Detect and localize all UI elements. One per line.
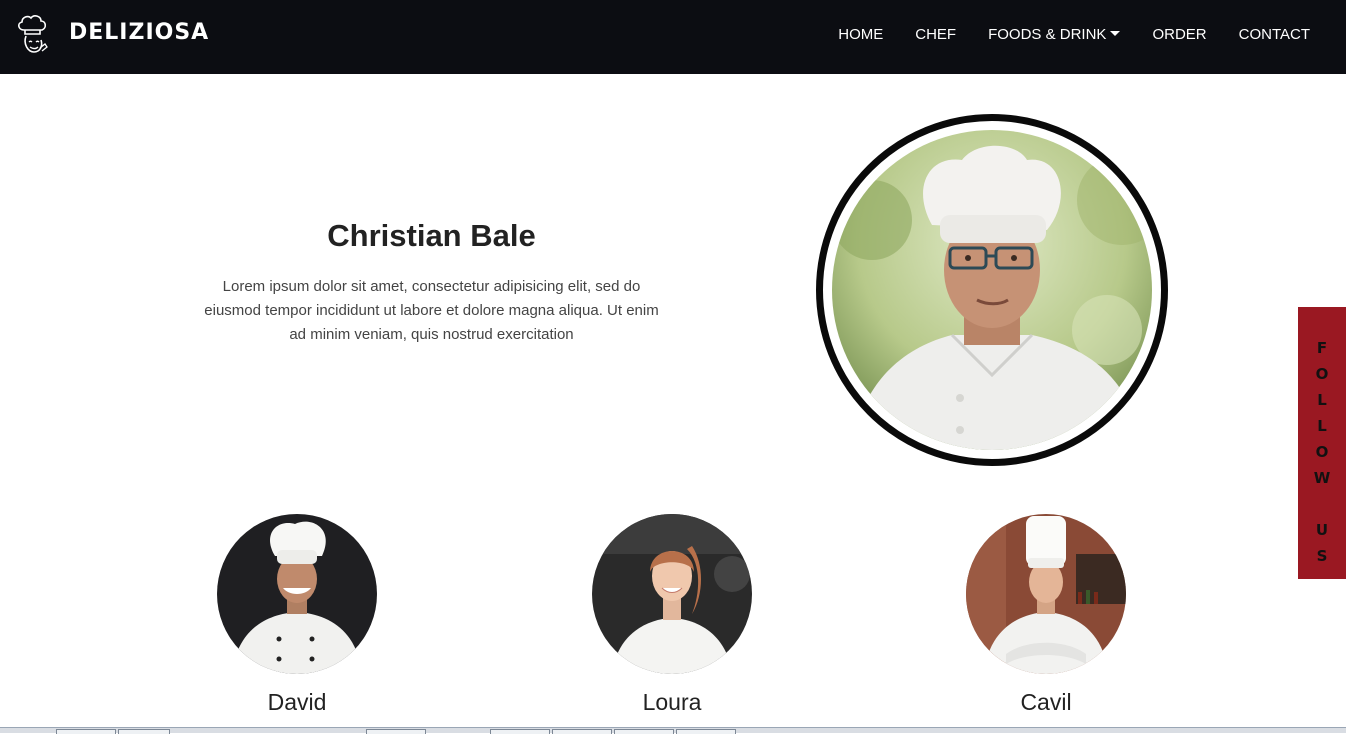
follow-letter: L <box>1317 391 1327 409</box>
taskbar-button[interactable] <box>552 729 612 734</box>
follow-us-tab[interactable]: F O L L O W U S <box>1298 307 1346 579</box>
chef-photo <box>966 514 1126 674</box>
nav-chef-label: CHEF <box>915 26 957 43</box>
chef-name: Loura <box>642 689 702 715</box>
taskbar-button[interactable] <box>614 729 674 734</box>
chef-name: Cavil <box>1020 689 1072 715</box>
nav-contact[interactable]: CONTACT <box>1239 26 1310 43</box>
follow-letter: O <box>1315 443 1329 461</box>
follow-letter: W <box>1313 469 1331 487</box>
follow-letter: L <box>1317 417 1327 435</box>
taskbar-button[interactable] <box>490 729 550 734</box>
nav-foods-drink-dropdown[interactable]: FOODS & DRINK <box>988 26 1121 43</box>
chef-name: David <box>267 689 327 715</box>
chef-avatar-david <box>217 514 377 674</box>
taskbar-button[interactable] <box>56 729 116 734</box>
nav-order-label: ORDER <box>1152 26 1207 43</box>
follow-letter: S <box>1316 547 1328 565</box>
brand-link[interactable]: DELIZIOSA <box>14 14 208 56</box>
chef-avatar-cavil <box>966 514 1126 674</box>
nav-foods-drink-label: FOODS & DRINK <box>988 26 1107 43</box>
os-taskbar <box>0 727 1346 734</box>
featured-chef-name: Christian Bale <box>327 218 536 253</box>
chef-photo <box>592 514 752 674</box>
nav-contact-label: CONTACT <box>1238 26 1310 43</box>
follow-letter: F <box>1316 339 1328 357</box>
nav-home-label: HOME <box>838 26 884 43</box>
chef-card-david[interactable]: David <box>207 514 387 716</box>
featured-chef-photo <box>816 114 1168 466</box>
caret-down-icon <box>1110 31 1121 36</box>
chef-hat-icon <box>18 15 48 53</box>
follow-letter: U <box>1315 521 1329 539</box>
taskbar-button[interactable] <box>366 729 426 734</box>
chef-card-loura[interactable]: Loura <box>582 514 762 716</box>
nav-home[interactable]: HOME <box>838 26 883 43</box>
main-nav: HOME CHEF FOODS & DRINK ORDER CONTACT <box>806 26 1310 43</box>
nav-chef[interactable]: CHEF <box>915 26 956 43</box>
taskbar-button[interactable] <box>676 729 736 734</box>
taskbar-button[interactable] <box>118 729 170 734</box>
chef-photo <box>217 514 377 674</box>
chef-portrait-image <box>832 130 1152 450</box>
featured-chef-description: Lorem ipsum dolor sit amet, consectetur … <box>204 278 659 343</box>
nav-order[interactable]: ORDER <box>1152 26 1206 43</box>
chef-avatar-loura <box>592 514 752 674</box>
chef-card-cavil[interactable]: Cavil <box>956 514 1136 716</box>
brand-name: DELIZIOSA <box>69 20 210 45</box>
navbar: DELIZIOSA HOME CHEF FOODS & DRINK ORDER … <box>0 0 1346 74</box>
follow-letter: O <box>1315 365 1329 383</box>
